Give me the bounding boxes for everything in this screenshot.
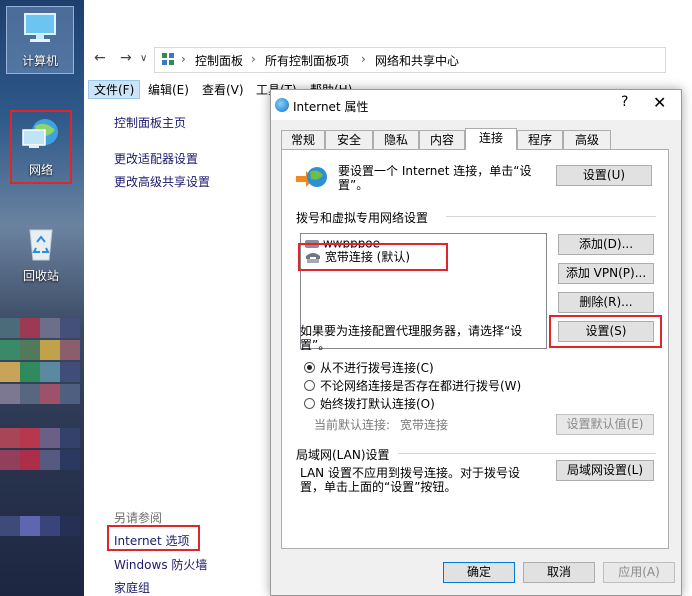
- nav-internet-options[interactable]: Internet 选项: [114, 532, 189, 549]
- blurred-desktop-area: [0, 318, 84, 558]
- nav-change-adapter-settings[interactable]: 更改适配器设置: [114, 150, 198, 167]
- lan-description: LAN 设置不应用到拨号连接。对于拨号设置，单击上面的“设置”按钮。: [300, 466, 520, 494]
- tab-programs[interactable]: 程序: [517, 130, 563, 149]
- radio-label: 始终拨打默认连接(O): [320, 397, 435, 411]
- desktop-icon-label: 回收站: [22, 269, 59, 283]
- desktop-icon-network[interactable]: 网络: [8, 112, 74, 182]
- close-icon[interactable]: ✕: [653, 93, 666, 112]
- list-item[interactable]: 宽带连接 (默认): [305, 248, 410, 264]
- nav-control-panel-home[interactable]: 控制面板主页: [114, 114, 186, 131]
- phone-connection-icon: [306, 252, 320, 263]
- set-default-button[interactable]: 设置默认值(E): [556, 414, 654, 435]
- tab-connections[interactable]: 连接: [465, 128, 517, 150]
- breadcrumb-item[interactable]: 所有控制面板项: [265, 52, 349, 69]
- current-default-value: 宽带连接: [400, 418, 449, 432]
- control-panel-icon: [162, 53, 174, 65]
- add-button[interactable]: 添加(D)...: [558, 234, 654, 255]
- desktop-strip: 计算机 网络 回收站: [0, 0, 84, 596]
- lan-group-label: 局域网(LAN)设置: [296, 448, 390, 462]
- group-divider: [398, 453, 656, 454]
- menu-view[interactable]: 查看(V): [196, 80, 250, 99]
- nav-change-advanced-sharing[interactable]: 更改高级共享设置: [114, 173, 210, 190]
- nav-homegroup[interactable]: 家庭组: [114, 579, 150, 596]
- breadcrumb-chevron-icon[interactable]: ›: [181, 52, 186, 66]
- lan-settings-button[interactable]: 局域网设置(L): [556, 460, 654, 481]
- dialog-tabs: 常规 安全 隐私 内容 连接 程序 高级: [281, 128, 671, 150]
- menu-edit[interactable]: 编辑(E): [142, 80, 195, 99]
- tab-privacy[interactable]: 隐私: [373, 130, 419, 149]
- desktop-icon-label: 计算机: [21, 54, 58, 68]
- ok-button[interactable]: 确定: [443, 562, 515, 583]
- dialog-title-bar: Internet 属性 ? ✕: [271, 90, 681, 120]
- dialup-group-label: 拨号和虚拟专用网络设置: [296, 211, 429, 225]
- connection-name: 宽带连接 (默认): [324, 250, 411, 264]
- address-bar[interactable]: › 控制面板 › 所有控制面板项 › 网络和共享中心: [154, 47, 666, 73]
- connections-panel: 要设置一个 Internet 连接，单击“设置”。 设置(U) 拨号和虚拟专用网…: [281, 149, 669, 549]
- breadcrumb-item[interactable]: 控制面板: [195, 52, 243, 69]
- desktop-icon-label: 网络: [28, 163, 53, 177]
- group-divider: [446, 216, 656, 217]
- forward-arrow-icon[interactable]: →: [120, 50, 132, 66]
- help-icon[interactable]: ?: [621, 94, 628, 110]
- breadcrumb-chevron-icon[interactable]: ›: [361, 52, 366, 66]
- address-row: ← → ∨ › 控制面板 › 所有控制面板项 › 网络和共享中心: [84, 44, 692, 74]
- tab-advanced[interactable]: 高级: [563, 130, 611, 149]
- connection-wizard-icon: [296, 167, 327, 187]
- radio-always-dial-default[interactable]: [304, 398, 315, 409]
- network-icon: [22, 119, 58, 148]
- proxy-description: 如果要为连接配置代理服务器，请选择“设置”。: [300, 324, 523, 352]
- tab-security[interactable]: 安全: [325, 130, 373, 149]
- apply-button[interactable]: 应用(A): [603, 562, 675, 583]
- list-item[interactable]: wwpppoe: [305, 236, 380, 248]
- desktop-icon-computer[interactable]: 计算机: [6, 6, 74, 74]
- setup-button[interactable]: 设置(U): [556, 165, 652, 186]
- desktop-icon-recycle-bin[interactable]: 回收站: [8, 222, 74, 288]
- remove-button[interactable]: 删除(R)...: [558, 292, 654, 313]
- internet-properties-dialog: Internet 属性 ? ✕ 常规 安全 隐私 内容 连接 程序 高级 要设置…: [270, 89, 682, 596]
- recycle-bin-icon: [29, 229, 53, 261]
- add-vpn-button[interactable]: 添加 VPN(P)...: [558, 263, 654, 284]
- computer-icon: [24, 13, 56, 42]
- see-also-heading: 另请参阅: [114, 511, 163, 525]
- radio-never-dial[interactable]: [304, 362, 315, 373]
- window-top-area: [84, 0, 692, 40]
- tab-general[interactable]: 常规: [281, 130, 325, 149]
- connection-name: wwpppoe: [322, 236, 381, 249]
- cancel-button[interactable]: 取消: [523, 562, 595, 583]
- radio-label: 不论网络连接是否存在都进行拨号(W): [320, 379, 522, 393]
- tab-content[interactable]: 内容: [419, 130, 465, 149]
- back-arrow-icon[interactable]: ←: [94, 50, 106, 66]
- phone-connection-icon: [305, 239, 319, 248]
- radio-dial-whenever[interactable]: [304, 380, 315, 391]
- setup-description: 要设置一个 Internet 连接，单击“设置”。: [338, 164, 532, 192]
- internet-globe-icon: [275, 98, 289, 112]
- radio-label: 从不进行拨号连接(C): [320, 361, 434, 375]
- breadcrumb-chevron-icon[interactable]: ›: [251, 52, 256, 66]
- dialog-title: Internet 属性: [293, 100, 369, 114]
- recent-chevron-down-icon[interactable]: ∨: [140, 53, 147, 64]
- breadcrumb-item[interactable]: 网络和共享中心: [375, 52, 459, 69]
- menu-file[interactable]: 文件(F): [88, 80, 141, 99]
- settings-button[interactable]: 设置(S): [558, 321, 654, 342]
- current-default-label: 当前默认连接:: [314, 418, 391, 432]
- nav-windows-firewall[interactable]: Windows 防火墙: [114, 556, 207, 573]
